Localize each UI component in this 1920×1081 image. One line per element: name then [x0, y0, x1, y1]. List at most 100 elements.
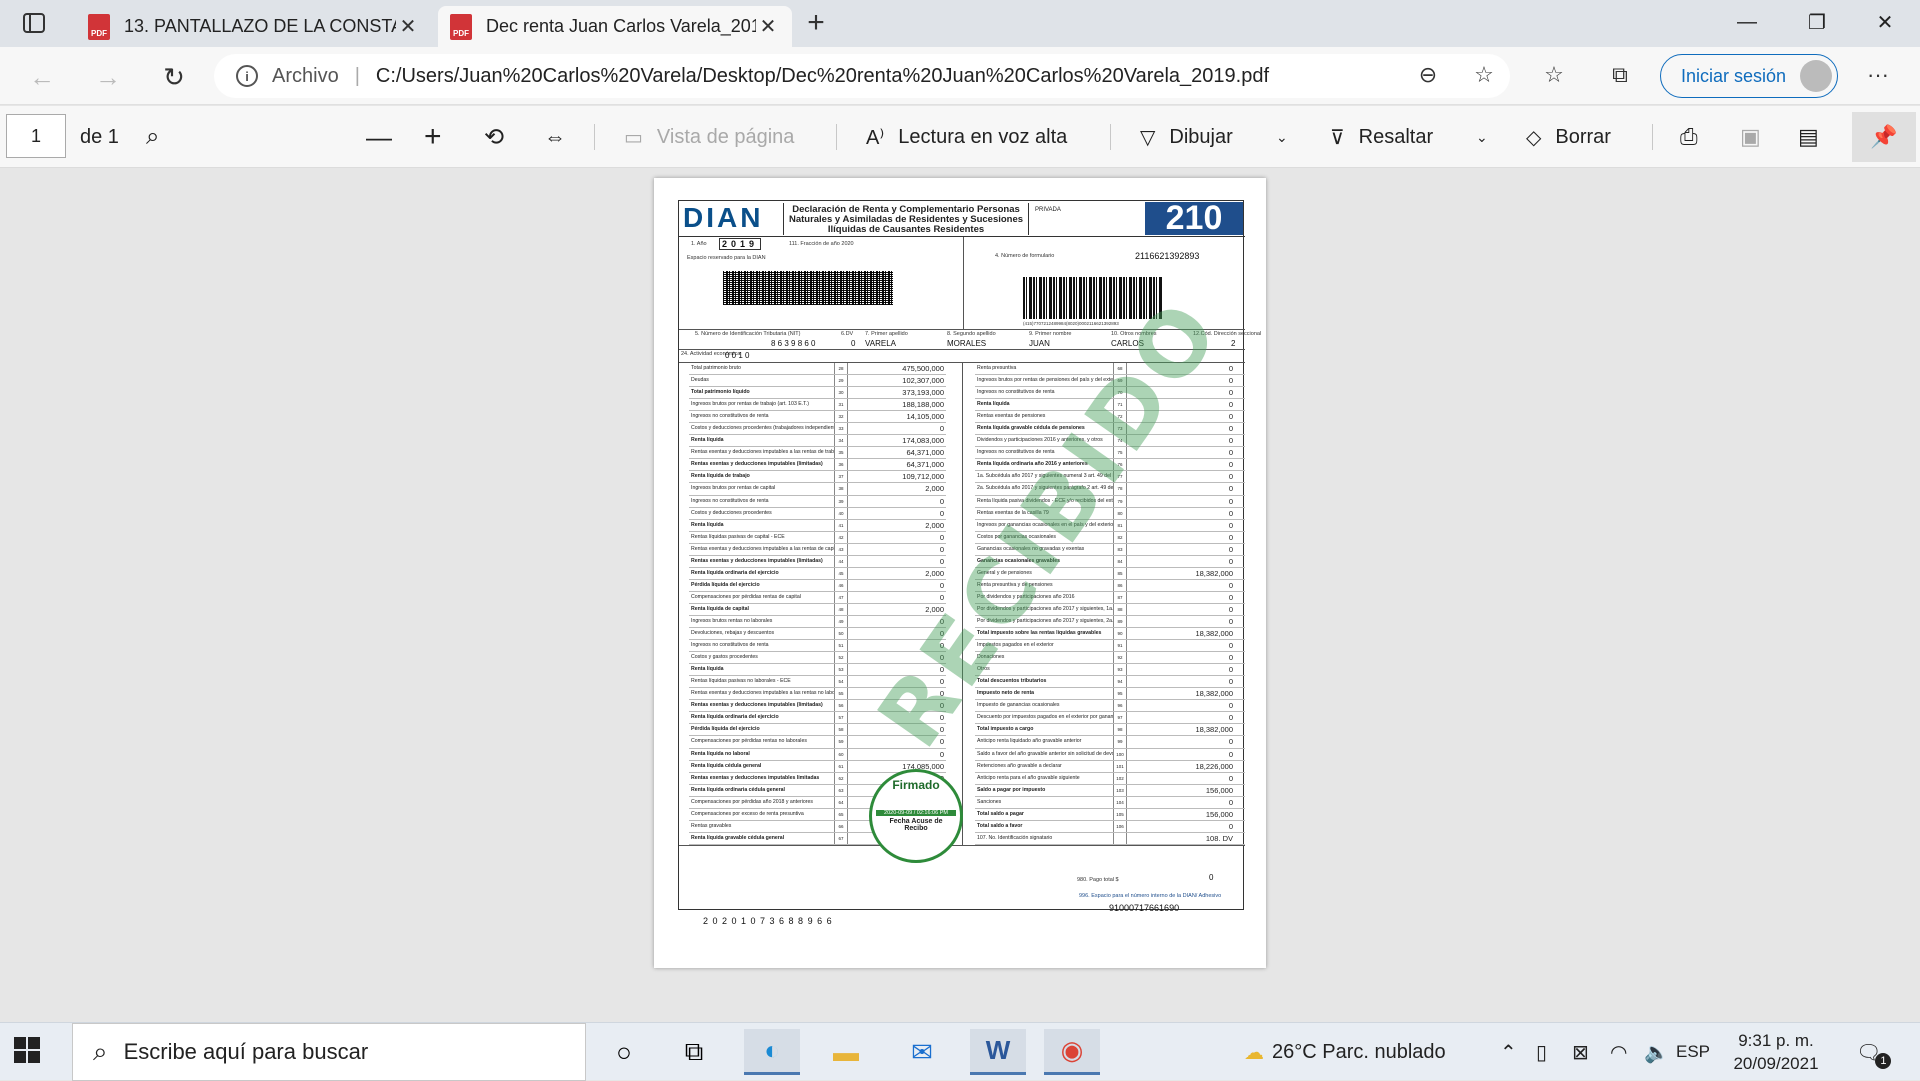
mail-icon[interactable]: ✉ [894, 1029, 950, 1075]
row-label: Renta líquida ordinaria del ejercicio [691, 714, 779, 721]
pdf-icon: PDF [450, 13, 472, 40]
row-label: Renta líquida no laboral [691, 750, 750, 757]
row-number: 32 [834, 411, 848, 423]
row-number: 40 [834, 507, 848, 519]
fit-page-icon[interactable]: ⇔ [544, 106, 566, 168]
row-number: 97 [1113, 712, 1127, 724]
row-number: 35 [834, 447, 848, 459]
device-icon[interactable]: ▯ [1536, 1023, 1547, 1081]
highlight-button[interactable]: ⊽ Resaltar [1330, 106, 1433, 168]
read-aloud-button[interactable]: A⁾ Lectura en voz alta [866, 106, 1067, 168]
form-no: 2116621392893 [1135, 251, 1200, 261]
url-field[interactable]: i Archivo | C:/Users/Juan%20Carlos%20Var… [214, 54, 1510, 98]
volume-icon[interactable]: 🔈 [1644, 1023, 1669, 1081]
pdf-viewer[interactable]: DIAN Declaración de Renta y Complementar… [0, 168, 1920, 1022]
form-row: Rentas líquidas pasivas de capital - ECE… [689, 531, 946, 544]
row-value: 0 [939, 508, 944, 518]
row-label: Renta líquida de trabajo [691, 473, 750, 480]
clock[interactable]: 9:31 p. m. 20/09/2021 [1720, 1029, 1832, 1075]
row-number: 86 [1113, 579, 1127, 591]
form-row: Descuento por impuestos pagados en el ex… [975, 712, 1245, 725]
language-indicator[interactable]: ESP [1676, 1023, 1710, 1081]
zoom-in-button[interactable]: + [424, 106, 442, 168]
form-row: Ingresos brutos por rentas de trabajo (a… [689, 399, 946, 412]
row-label: Pérdida líquida del ejercicio [691, 726, 760, 733]
row-value: 0 [1228, 532, 1233, 542]
row-value: 0 [1228, 653, 1233, 663]
page-view-button[interactable]: ▭ Vista de página [624, 106, 794, 168]
show-hidden-icons[interactable]: ⌃ [1500, 1023, 1517, 1081]
draw-options-chevron-icon[interactable]: ⌄ [1276, 106, 1288, 168]
row-number: 94 [1113, 676, 1127, 688]
minimize-button[interactable]: — [1716, 0, 1778, 44]
cortana-icon[interactable]: ○ [596, 1029, 652, 1075]
taskbar-search[interactable]: ⌕ Escribe aquí para buscar [72, 1023, 586, 1081]
word-icon[interactable]: W [970, 1029, 1026, 1075]
erase-button[interactable]: ◇ Borrar [1526, 106, 1611, 168]
row-value: 156,000 [1205, 785, 1233, 795]
row-label: Compensaciones por exceso de renta presu… [691, 810, 804, 817]
draw-button[interactable]: ▽ Dibujar [1140, 106, 1233, 168]
row-value: 0 [939, 424, 944, 434]
row-number: 36 [834, 459, 848, 471]
close-window-button[interactable]: ✕ [1854, 0, 1916, 44]
more-icon[interactable]: ··· [1860, 57, 1896, 93]
search-icon[interactable]: ⌕ [146, 106, 159, 168]
form-row: Renta líquida de capital 48 2,000 [689, 603, 946, 616]
form-row: Renta líquida 34 174,083,000 [689, 435, 946, 448]
collections-icon[interactable]: ⧉ [1602, 57, 1638, 93]
chrome-icon[interactable]: ◉ [1044, 1029, 1100, 1075]
forward-button[interactable]: → [90, 59, 126, 95]
form-row: Rentas exentas y deducciones imputables … [689, 555, 946, 568]
refresh-button[interactable]: ↻ [156, 59, 192, 95]
row-number: 49 [834, 615, 848, 628]
save-as-icon[interactable]: ▤ [1798, 106, 1819, 168]
page-number-input[interactable]: 1 [6, 114, 66, 158]
notifications-button[interactable]: 🗨 1 [1856, 1023, 1892, 1081]
eraser-icon: ◇ [1526, 126, 1542, 149]
task-view-icon[interactable]: ⧉ [666, 1029, 722, 1075]
row-number: 55 [834, 688, 848, 700]
close-tab-icon[interactable]: ✕ [756, 14, 780, 39]
row-number: 60 [834, 748, 848, 760]
signin-button[interactable]: Iniciar sesión [1660, 54, 1838, 98]
wifi-icon[interactable]: ◠ [1610, 1023, 1627, 1081]
tab-dec-renta[interactable]: PDF Dec renta Juan Carlos Varela_201 ✕ [438, 6, 792, 47]
row-value: 0 [939, 532, 944, 542]
maximize-button[interactable]: ❐ [1786, 0, 1848, 44]
row-value: 0 [1228, 604, 1233, 614]
tarjeta-value: 2 0 2 0 1 0 7 3 6 8 8 9 6 6 [703, 916, 833, 926]
row-label: Rentas gravables [691, 822, 732, 829]
row-value: 2,000 [925, 484, 944, 494]
divider [963, 237, 964, 329]
print-icon[interactable]: ⎙ [1680, 106, 1698, 168]
highlight-options-chevron-icon[interactable]: ⌄ [1476, 106, 1488, 168]
row-label: Renta líquida gravable cédula general [691, 834, 785, 841]
file-explorer-icon[interactable]: ▬ [818, 1029, 874, 1075]
zoom-out-icon[interactable]: ⊖ [1410, 57, 1446, 93]
new-tab-button[interactable]: + [800, 8, 832, 40]
close-tab-icon[interactable]: ✕ [396, 14, 420, 39]
pin-toolbar-button[interactable]: 📌 [1852, 112, 1916, 162]
zoom-out-button[interactable]: — [366, 106, 392, 168]
info-icon[interactable]: i [236, 65, 258, 87]
add-favorite-icon[interactable]: ☆ [1466, 57, 1502, 93]
save-icon[interactable]: ▣ [1740, 106, 1761, 168]
draw-label: Dibujar [1169, 125, 1233, 148]
network-off-icon[interactable]: ⊠ [1572, 1023, 1589, 1081]
windows-icon [14, 1037, 40, 1063]
edge-icon[interactable]: ◐ [744, 1029, 800, 1075]
row-value: 0 [1228, 520, 1233, 530]
row-label: Pérdida líquida del ejercicio [691, 581, 760, 588]
back-button[interactable]: ← [24, 59, 60, 95]
start-button[interactable] [14, 1037, 44, 1067]
favorites-icon[interactable]: ☆ [1536, 57, 1572, 93]
rotate-icon[interactable]: ⟲ [484, 106, 504, 168]
weather-widget[interactable]: ☁ 26°C Parc. nublado [1244, 1023, 1446, 1081]
row-value: 0 [1228, 641, 1233, 651]
row-number: 93 [1113, 664, 1127, 676]
tab-constancia[interactable]: PDF 13. PANTALLAZO DE LA CONSTA ✕ [76, 6, 432, 47]
dv-value: 0 [851, 339, 856, 348]
tab-actions-button[interactable] [14, 10, 54, 36]
search-placeholder: Escribe aquí para buscar [123, 1039, 369, 1064]
